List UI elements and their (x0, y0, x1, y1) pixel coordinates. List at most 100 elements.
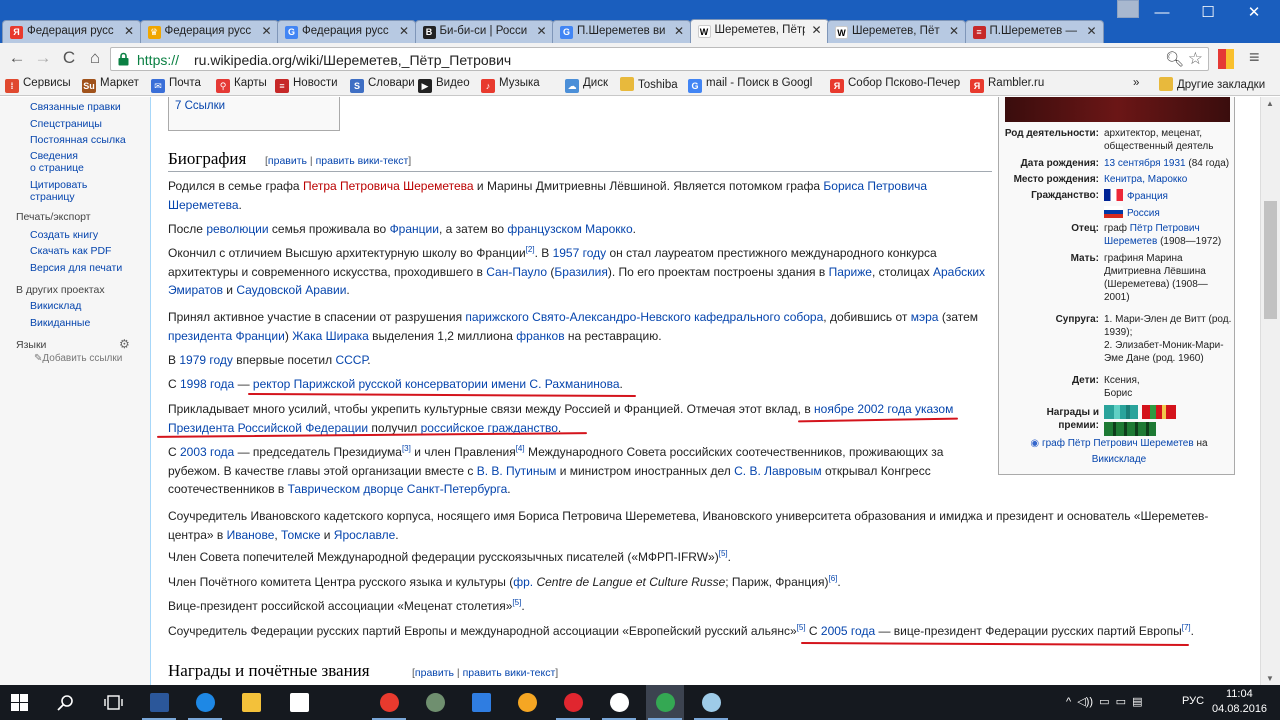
link-saudi[interactable]: Саудовской Аравии (236, 283, 346, 297)
sidebar-permanent-link[interactable]: Постоянная ссылка (30, 134, 126, 146)
link-father[interactable]: Петра Петровича Шереметева (303, 179, 474, 193)
award-ribbons-icon[interactable] (1104, 405, 1176, 419)
scroll-down-icon[interactable]: ▼ (1266, 674, 1274, 683)
edit-link[interactable]: править (268, 155, 307, 167)
bookmark-item[interactable]: ✉ Почта (151, 77, 201, 93)
maximize-button[interactable]: ☐ (1185, 2, 1231, 24)
taskbar-app[interactable] (646, 685, 684, 720)
bookmark-item[interactable]: ⁞ Сервисы (5, 77, 71, 93)
edit-source-link[interactable]: править вики-текст (316, 155, 409, 167)
sidebar-create-book[interactable]: Создать книгу (30, 229, 98, 241)
bookmark-item[interactable]: ♪ Музыка (481, 77, 540, 93)
profile-icon[interactable] (1117, 0, 1139, 18)
edit-source-link[interactable]: править вики-текст (463, 667, 556, 679)
reload-button[interactable]: C (58, 47, 80, 69)
link-1957[interactable]: 1957 году (553, 246, 607, 260)
taskbar-app[interactable] (186, 685, 224, 720)
browser-tab[interactable]: ≡ П.Шереметев — ✕ (964, 20, 1104, 43)
link-tauride[interactable]: Таврическом дворце (288, 482, 404, 496)
bookmark-item[interactable]: Я Rambler.ru (970, 77, 1044, 93)
link-uae[interactable]: Арабских (933, 265, 985, 279)
menu-icon[interactable]: ≡ (1249, 47, 1260, 68)
link-boris[interactable]: Бориса Петровича (823, 179, 927, 193)
browser-tab[interactable]: G Федерация русс ✕ (277, 20, 416, 43)
minimize-button[interactable]: — (1139, 2, 1185, 24)
citation[interactable]: [5] (797, 623, 806, 632)
taskbar-app[interactable] (508, 685, 546, 720)
sidebar-commons[interactable]: Викисклад (30, 300, 81, 312)
clock-time[interactable]: 11:04 (1226, 688, 1253, 700)
taskbar-app[interactable] (232, 685, 270, 720)
link-lavrov[interactable]: С. В. Лавровым (734, 464, 822, 478)
sidebar-page-info[interactable]: Сведения о странице (30, 150, 84, 174)
link-francs[interactable]: франков (516, 329, 564, 343)
link-paris[interactable]: Париже (829, 265, 872, 279)
taskbar-app[interactable] (46, 685, 84, 720)
link-revolution[interactable]: революции (206, 222, 268, 236)
link-uae-2[interactable]: Эмиратов (168, 283, 223, 297)
browser-tab[interactable]: B Би-би-си | Росси ✕ (414, 20, 554, 43)
citizenship-russia-link[interactable]: Россия (1127, 208, 1160, 219)
close-tab-icon[interactable]: ✕ (949, 24, 959, 38)
link-brazil[interactable]: Бразилия (554, 265, 608, 279)
link-chirac[interactable]: Жака Ширака (292, 329, 369, 343)
sidebar-related-changes[interactable]: Связанные правки (30, 101, 121, 113)
close-window-button[interactable]: ✕ (1231, 2, 1277, 24)
scroll-thumb[interactable] (1264, 201, 1277, 319)
taskbar-app[interactable] (0, 685, 38, 720)
close-tab-icon[interactable]: ✕ (674, 24, 684, 38)
citizenship-france-link[interactable]: Франция (1127, 191, 1168, 202)
citation[interactable]: [2] (526, 245, 535, 254)
citation[interactable]: [5] (512, 598, 521, 607)
commons-site-link[interactable]: Викискладе (1092, 454, 1147, 465)
language-indicator[interactable]: РУС (1182, 695, 1204, 707)
zoom-icon[interactable]: 🔍︎ (1165, 50, 1184, 68)
link-cathedral[interactable]: парижского Свято-Александро-Невского каф… (465, 310, 823, 324)
taskbar-app[interactable] (280, 685, 318, 720)
extension-bookmark-icon[interactable] (1217, 49, 1235, 69)
link-ussr[interactable]: СССР (335, 353, 367, 367)
browser-tab[interactable]: ♛ Федерация русс ✕ (139, 20, 279, 43)
edit-link[interactable]: править (415, 667, 454, 679)
close-tab-icon[interactable]: ✕ (261, 24, 271, 38)
link-morocco[interactable]: французском Марокко (507, 222, 632, 236)
bookmark-item[interactable]: S Словари (350, 77, 415, 93)
link-decree-2[interactable]: Президента Российской Федерации (168, 421, 368, 435)
link-mayor[interactable]: мэра (911, 310, 939, 324)
bookmark-item[interactable]: ⚲ Карты (216, 77, 267, 93)
bookmark-item[interactable]: ☁ Диск (565, 77, 608, 93)
back-button[interactable]: ← (6, 47, 28, 69)
browser-tab[interactable]: W Шереметев, Пёт ✕ (827, 20, 966, 43)
close-tab-icon[interactable]: ✕ (1086, 24, 1096, 38)
citation[interactable]: [3] (402, 444, 411, 453)
link-france[interactable]: Франции (390, 222, 439, 236)
bookmarks-overflow[interactable]: » (1133, 77, 1139, 89)
sidebar-wikidata[interactable]: Викиданные (30, 317, 90, 329)
sidebar-special-pages[interactable]: Спецстраницы (30, 118, 102, 130)
link-french-lang[interactable]: фр. (513, 575, 533, 589)
close-tab-icon[interactable]: ✕ (124, 24, 134, 38)
close-tab-icon[interactable]: ✕ (811, 23, 821, 37)
citation[interactable]: [4] (516, 444, 525, 453)
other-bookmarks[interactable]: Другие закладки (1159, 77, 1265, 91)
close-tab-icon[interactable]: ✕ (536, 24, 546, 38)
link-ivanovo[interactable]: Иванове (227, 528, 275, 542)
sidebar-cite-page[interactable]: Цитировать страницу (30, 179, 87, 203)
link-decree[interactable]: указом (915, 402, 953, 416)
link-boris-2[interactable]: Шереметева (168, 198, 239, 212)
link-2005[interactable]: 2005 года (821, 624, 875, 638)
bookmark-star-icon[interactable]: ☆ (1188, 49, 1203, 69)
scroll-up-icon[interactable]: ▲ (1266, 99, 1274, 108)
link-2002[interactable]: 2002 года (857, 402, 911, 416)
link-sao-paulo[interactable]: Сан-Пауло (486, 265, 547, 279)
citation[interactable]: [7] (1182, 623, 1191, 632)
forward-button[interactable]: → (32, 47, 54, 69)
link-1979[interactable]: 1979 году (179, 353, 233, 367)
browser-tab[interactable]: G П.Шереметев ви ✕ (552, 20, 691, 43)
link-november[interactable]: ноябре (814, 402, 854, 416)
home-icon[interactable]: ⌂ (84, 47, 106, 69)
gear-icon[interactable]: ⚙ (119, 337, 130, 351)
birth-date-link[interactable]: 13 сентября 1931 (1104, 158, 1186, 169)
sidebar-print-version[interactable]: Версия для печати (30, 262, 122, 274)
toc-item-links[interactable]: 7 Ссылки (175, 100, 225, 112)
